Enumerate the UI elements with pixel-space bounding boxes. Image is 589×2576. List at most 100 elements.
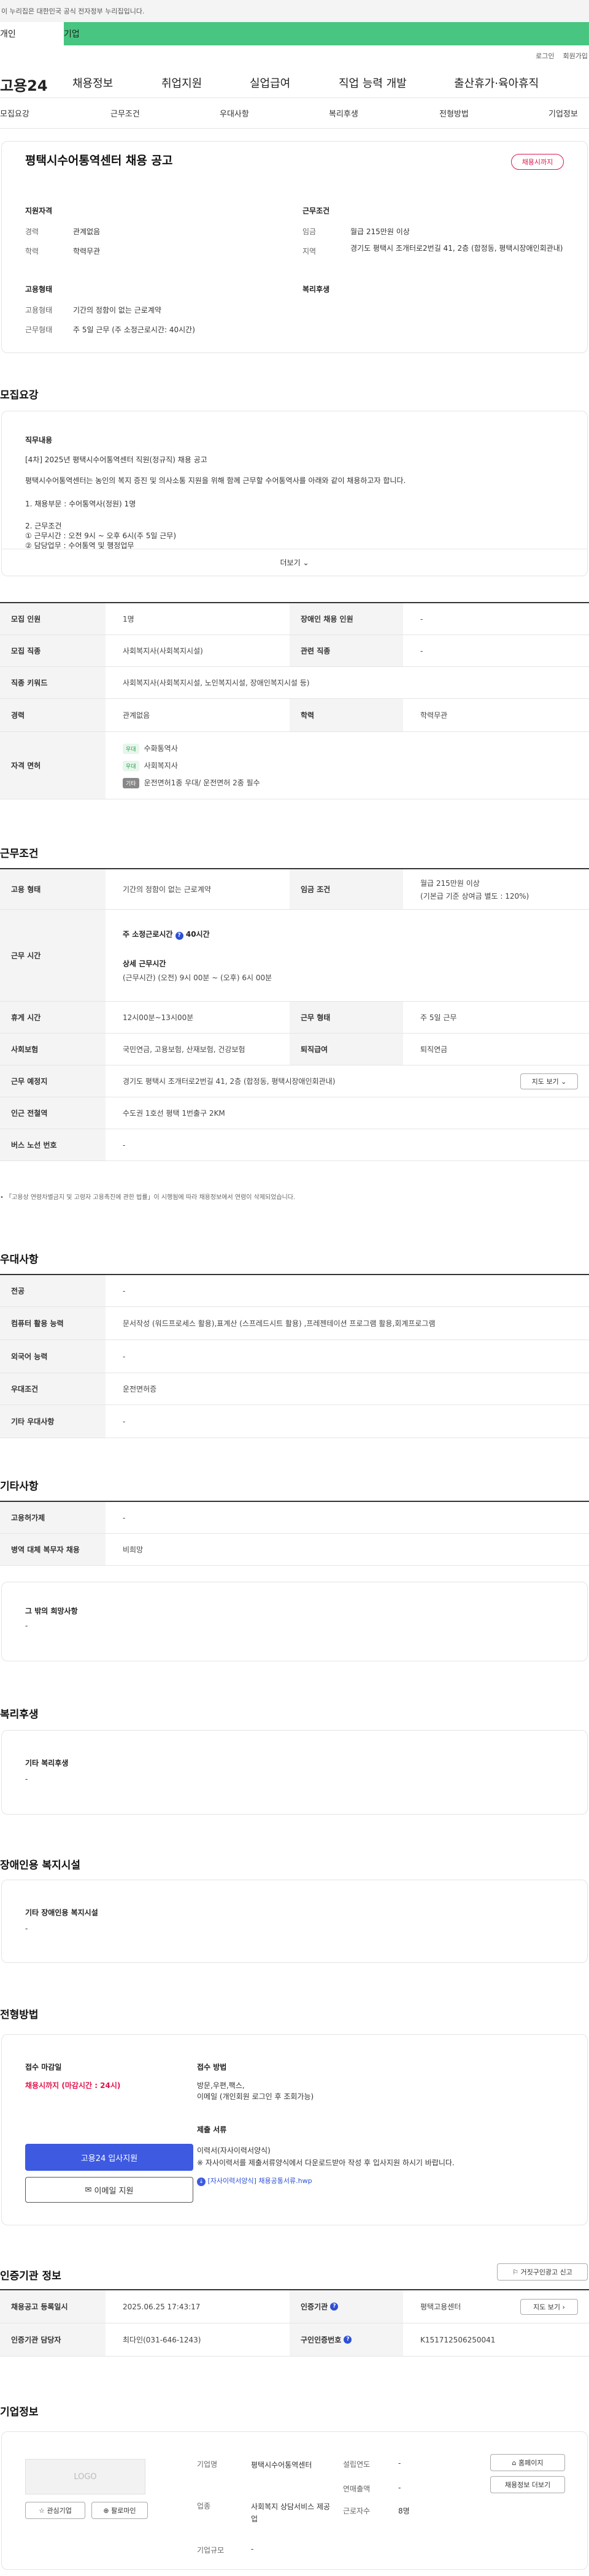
desc-line: [4차] 2025년 평택시수어통역센터 직원(정규직) 채용 공고 [25,455,207,464]
lnb-conditions[interactable]: 근무조건 [110,107,140,119]
member-tabs: 개인 기업 [0,22,589,45]
table-row: 인근 전철역 수도권 1호선 평택 1번출구 2KM [0,1097,589,1129]
table-row: 근무 시간 주 소정근로시간 ? 40시간 상세 근무시간 (근무시간) (오전… [0,910,589,1002]
more-button[interactable]: 더보기 ⌄ [2,549,587,576]
table-row: 채용공고 등록일시 2025.06.25 17:43:17 인증기관 ? 평택고… [0,2290,589,2323]
home-icon: ⌂ [512,2458,517,2467]
table-row: 고용 형태 기간의 정함이 없는 근로계약 임금 조건 월급 215만원 이상(… [0,869,589,910]
wage-label: 임금 [302,227,317,236]
company-heading: 기업정보 [0,2406,39,2418]
table-row: 근무 예정지 경기도 평택시 조개터로2번길 41, 2층 (합정동, 평택시장… [0,1065,589,1097]
lnb-recruit[interactable]: 모집요강 [0,107,29,119]
homepage-button[interactable]: ⌂ 홈페이지 [490,2454,565,2471]
preference-heading: 우대사항 [0,1254,39,1266]
gnb-parental-leave[interactable]: 출산휴가·육아휴직 [454,75,539,91]
login-link[interactable]: 로그인 [536,51,554,61]
download-icon: ↓ [197,2178,206,2186]
tab-business[interactable]: 기업 [64,22,128,45]
recruit-table: 모집 인원 1명 장애인 채용 인원 - 모집 직종 사회복지사(사회복지시설)… [0,602,589,799]
license-item: 우대 사회복지사 [123,760,178,771]
form-download-link[interactable]: ↓ [자사이력서양식] 채용공통서류.hwp [197,2176,312,2186]
age-notice: • 「고용상 연령차별금지 및 고령자 고용촉진에 관한 법률」이 시행됨에 따… [0,1194,296,1201]
job-summary-card: 평택시수어통역센터 채용 공고 채용시까지 지원자격 경력 관계없음 학력 학력… [1,141,588,353]
deadline-badge: 채용시까지 [511,154,564,170]
email-apply-button[interactable]: ✉ 이메일 지원 [25,2177,193,2203]
welfare-heading: 복리후생 [302,285,330,294]
table-row: 고용허가제 - [0,1502,589,1534]
gnb-employment-support[interactable]: 취업지원 [161,75,202,91]
employment-value: 기간의 정함이 없는 근로계약 [73,306,161,314]
table-row: 사회보험 국민연금, 고용보험, 산재보험, 건강보험 퇴직급여 퇴직연금 [0,1034,589,1065]
education-value: 학력무관 [73,247,101,256]
lnb-process[interactable]: 전형방법 [439,107,469,119]
tab-personal[interactable]: 개인 [0,22,64,45]
etc-table: 고용허가제 - 병역 대체 복무자 채용 비희망 [0,1501,589,1566]
area-value: 경기도 평택시 조개터로2번길 41, 2층 (합정동, 평택시장애인회관내) [350,244,563,253]
desc-line: 1. 채용부문 : 수어통역사(정원) 1명 [25,500,136,508]
table-row: 모집 인원 1명 장애인 채용 인원 - [0,603,589,635]
conditions-heading: 근무조건 [302,207,330,215]
lnb-preference[interactable]: 우대사항 [220,107,249,119]
lnb-welfare[interactable]: 복리후생 [329,107,358,119]
info-icon[interactable]: ? [330,2303,339,2311]
worktype-label: 근무형태 [25,326,53,334]
other-wishes-box: 그 밖의 희망사항 - [1,1582,588,1661]
report-button[interactable]: ⚐ 거짓구인광고 신고 [497,2263,588,2281]
etc-heading: 기타사항 [0,1480,39,1493]
qualification-heading: 지원자격 [25,207,53,215]
career-label: 경력 [25,227,39,236]
conditions-section-heading: 근무조건 [0,848,39,860]
education-label: 학력 [25,247,39,256]
agency-heading: 인증기관 정보 [0,2270,61,2282]
table-row: 모집 직종 사회복지사(사회복지시설) 관련 직종 - [0,635,589,667]
company-box: LOGO ☆ 관심기업 ⊕ 팔로마인 기업명 평택시수어통역센터 설립연도 - … [1,2431,588,2570]
table-row: 자격 면허 우대 수화통역사 우대 사회복지사 기타 운전면허1종 우대/ 운전면허 … [0,732,589,799]
favorite-company-button[interactable]: ☆ 관심기업 [25,2502,85,2519]
deadline-text: 채용시까지 (마감시간 : 24시) [25,2081,121,2090]
more-jobs-button[interactable]: 채용정보 더보기 [490,2476,565,2493]
table-row: 경력 관계없음 학력 학력무관 [0,699,589,732]
section-nav: 모집요강 근무조건 우대사항 복리후생 전형방법 기업정보 [0,98,589,129]
welfare-section-heading: 복리후생 [0,1709,39,1721]
plus-icon: ⊕ [103,2506,109,2515]
table-row: 직종 키워드 사회복지사(사회복지시설, 노인복지시설, 장애인복지시설 등) [0,667,589,699]
process-heading: 전형방법 [0,2009,39,2021]
job-title: 평택시수어통역센터 채용 공고 [25,154,173,167]
map-button[interactable]: 지도 보기 ⌄ [520,1073,578,1089]
star-icon: ☆ [39,2506,45,2515]
join-link[interactable]: 회원가입 [563,51,588,61]
agency-map-button[interactable]: 지도 보기 › [520,2299,578,2315]
process-box: 접수 마감일 채용시까지 (마감시간 : 24시) 고용24 입사지원 ✉ 이메… [1,2034,588,2225]
desc-line: 2. 근무조건 [25,522,62,530]
table-row: 인증기관 담당자 최다인(031-646-1243) 구인인증번호 ? K151… [0,2323,589,2357]
gov-notice: 이 누리집은 대한민국 공식 전자정부 누리집입니다. [0,0,589,22]
follow-button[interactable]: ⊕ 팔로마인 [91,2502,148,2519]
table-row: 휴게 시간 12시00분~13시00분 근무 형태 주 5일 근무 [0,1002,589,1034]
info-icon[interactable]: ? [344,2336,352,2344]
global-nav: 고용24 채용정보 취업지원 실업급여 직업 능력 개발 출산휴가·육아휴직 [0,66,589,98]
report-icon: ⚐ [512,2268,518,2276]
license-item: 우대 수화통역사 [123,743,178,754]
mail-icon: ✉ [85,2185,92,2195]
career-value: 관계없음 [73,227,101,236]
area-label: 지역 [302,247,317,256]
info-icon[interactable]: ? [175,931,183,940]
table-row: 우대조건 운전면허증 [0,1373,589,1405]
desc-line: 평택시수어통역센터는 농인의 복지 증진 및 의사소통 지원을 위해 함께 근무… [25,476,406,485]
apply-button[interactable]: 고용24 입사지원 [25,2144,193,2171]
lnb-company[interactable]: 기업정보 [549,107,578,119]
job-description-box: 직무내용 [4차] 2025년 평택시수어통역센터 직원(정규직) 채용 공고 … [1,411,588,576]
facility-heading: 장애인용 복지시설 [0,1859,81,1872]
license-item: 기타 운전면허1종 우대/ 운전면허 2종 필수 [123,777,260,788]
table-row: 버스 노선 번호 - [0,1129,589,1161]
site-logo[interactable]: 고용24 [0,74,69,95]
gnb-unemployment-benefit[interactable]: 실업급여 [250,75,290,91]
table-row: 외국어 능력 - [0,1340,589,1373]
agency-table: 채용공고 등록일시 2025.06.25 17:43:17 인증기관 ? 평택고… [0,2289,589,2357]
gnb-training[interactable]: 직업 능력 개발 [339,75,407,91]
table-row: 병역 대체 복무자 채용 비희망 [0,1534,589,1566]
wage-value: 월급 215만원 이상 [350,227,410,236]
employment-label: 고용형태 [25,306,53,314]
recruit-heading: 모집요강 [0,389,39,402]
gnb-jobs[interactable]: 채용정보 [72,75,113,91]
